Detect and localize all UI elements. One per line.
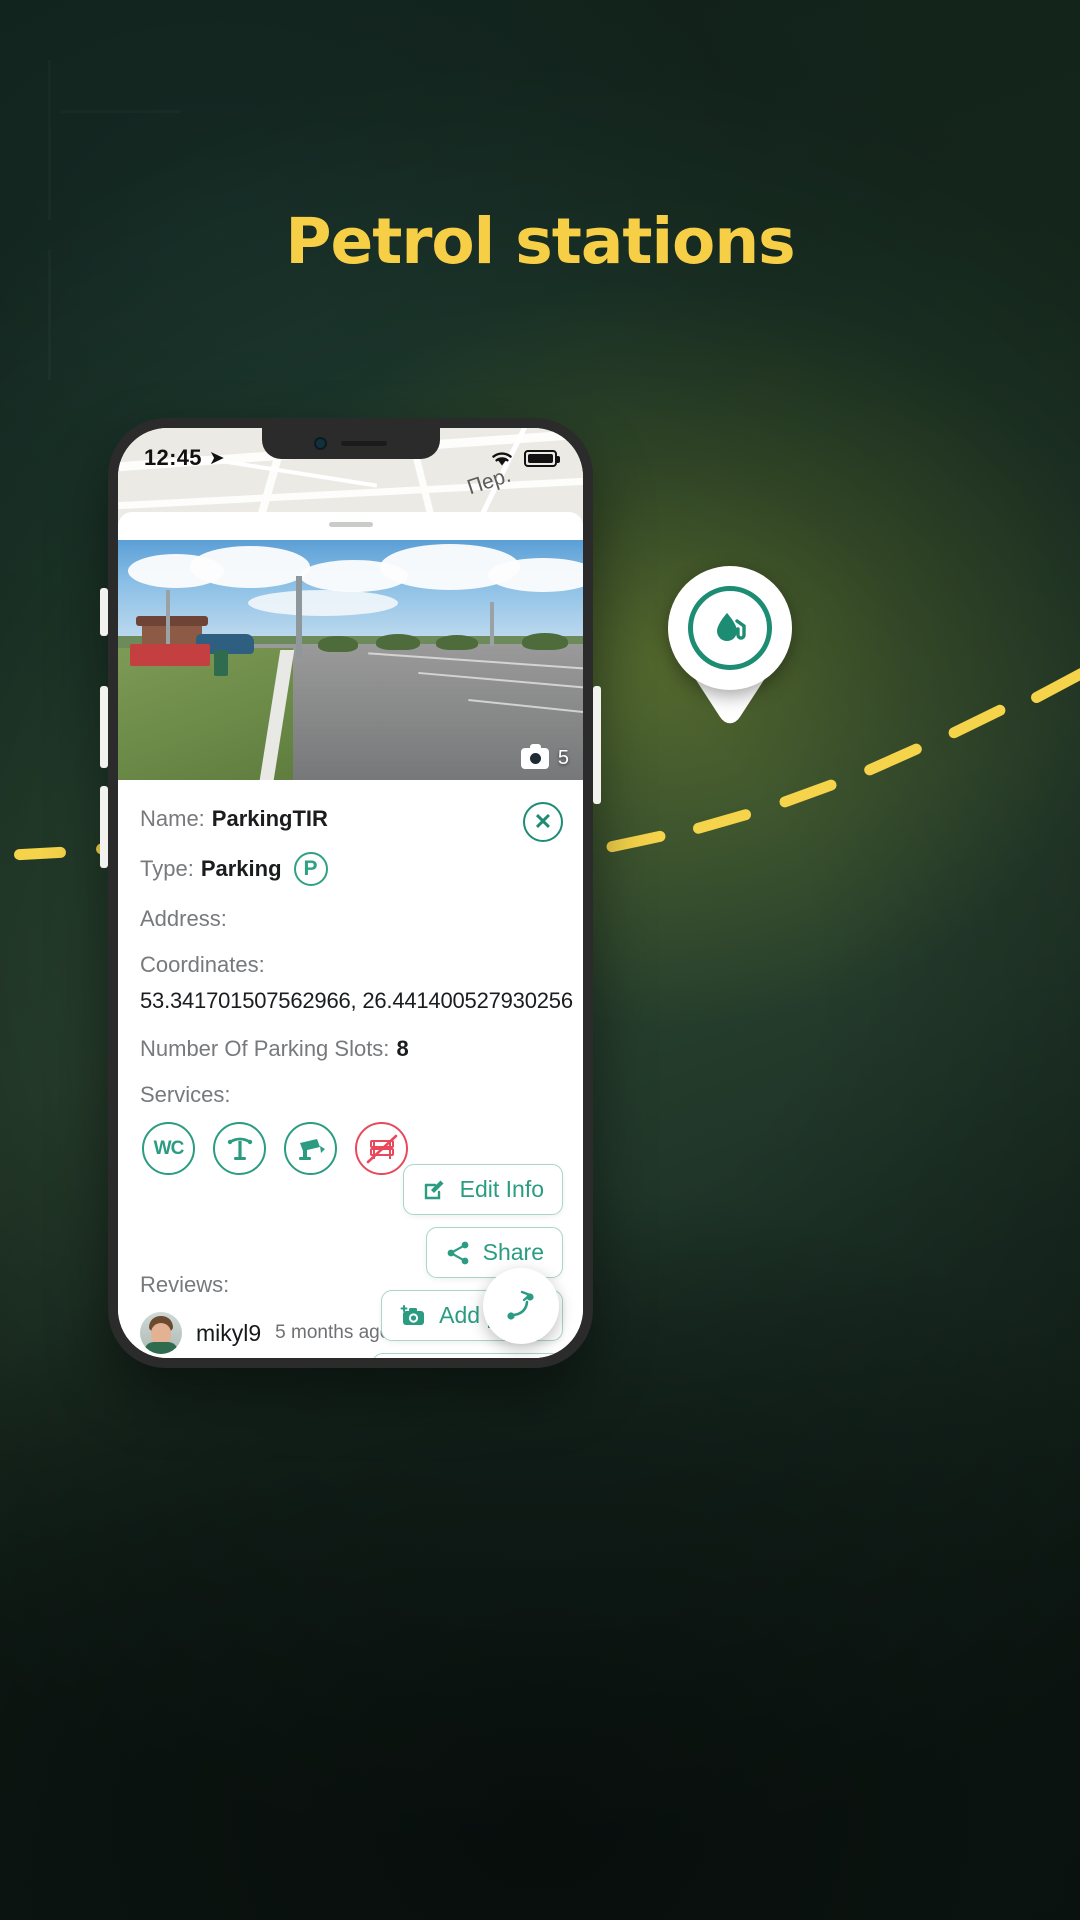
place-detail-sheet: 5 ✕ Name: ParkingTIR Type: Parking P Add… (118, 512, 583, 1358)
close-circle-icon[interactable]: ✕ (523, 802, 563, 842)
type-row: Type: Parking P (140, 852, 561, 886)
photo-lamp-pole (166, 590, 170, 652)
address-label: Address: (140, 906, 227, 931)
route-fab[interactable] (483, 1268, 559, 1344)
edit-info-label: Edit Info (459, 1176, 544, 1202)
avatar (140, 1312, 182, 1354)
name-label: Name: (140, 806, 205, 831)
wc-icon[interactable]: WC (142, 1122, 195, 1175)
earpiece-speaker (341, 441, 387, 446)
share-button[interactable]: Share (425, 1227, 563, 1278)
parking-badge-icon: P (293, 852, 328, 886)
bg-decoration-line (60, 110, 180, 113)
page-title: Petrol stations (285, 205, 795, 278)
photo-count-badge: 5 (520, 744, 569, 770)
add-photo-icon (400, 1304, 425, 1325)
place-photo[interactable]: 5 (118, 540, 583, 780)
status-clock: 12:45 (144, 445, 202, 470)
fuel-drop-icon (688, 586, 772, 670)
services-label: Services: (140, 1082, 231, 1107)
phone-notch (261, 428, 440, 459)
photo-bush (522, 633, 568, 650)
photo-building (142, 624, 202, 646)
phone-screen: Пер. 12:45 ➤ 5 ✕ Name: ParkingTIR Type: … (118, 428, 583, 1358)
share-label: Share (482, 1239, 544, 1265)
phone-mute-button[interactable] (100, 588, 108, 636)
phone-mockup: Пер. 12:45 ➤ 5 ✕ Name: ParkingTIR Type: … (100, 418, 601, 1368)
coordinates-label: Coordinates: (140, 952, 265, 977)
photo-bush (318, 636, 358, 652)
wifi-icon (492, 451, 512, 465)
review-author: mikyl9 (196, 1319, 262, 1346)
services-row: Services: (140, 1082, 561, 1108)
street-lighting-icon[interactable] (213, 1122, 266, 1175)
name-row: Name: ParkingTIR (140, 806, 561, 832)
parking-slots-value: 8 (396, 1036, 409, 1061)
photo-cloud (190, 546, 310, 588)
battery-full-icon (524, 449, 560, 467)
photo-bush (376, 634, 420, 650)
address-row: Address: (140, 906, 561, 932)
photo-lamp-pole (490, 602, 494, 646)
parking-slots-label: Number Of Parking Slots: (140, 1036, 390, 1061)
coordinates-label-row: Coordinates: (140, 952, 561, 978)
add-review-button[interactable]: Add review (372, 1353, 563, 1358)
photo-bush (436, 635, 478, 650)
phone-volume-down-button[interactable] (100, 786, 108, 868)
route-icon (507, 1290, 534, 1320)
coordinates-value-row: 53.341701507562966, 26.441400527930256 (140, 986, 573, 1016)
photo-cloud (248, 590, 398, 616)
photo-count-value: 5 (557, 747, 569, 769)
type-value: Parking (200, 856, 282, 881)
coordinates-value: 53.341701507562966, 26.441400527930256 (140, 988, 573, 1013)
status-indicators (489, 449, 560, 468)
camera-icon (520, 744, 549, 769)
photo-building-roof (136, 616, 208, 626)
photo-bench (130, 644, 210, 666)
photo-bin (214, 650, 228, 676)
fuel-pin[interactable] (668, 566, 792, 752)
phone-power-button[interactable] (593, 686, 601, 804)
sheet-drag-handle[interactable] (328, 522, 373, 527)
photo-lamp-pole (296, 576, 302, 658)
phone-volume-up-button[interactable] (100, 686, 108, 768)
edit-pencil-icon (424, 1180, 444, 1199)
edit-info-button[interactable]: Edit Info (402, 1164, 563, 1215)
front-camera-icon (314, 437, 327, 450)
bg-decoration-line (48, 60, 51, 220)
name-value: ParkingTIR (211, 806, 328, 831)
cctv-camera-icon[interactable] (284, 1122, 337, 1175)
navigation-arrow-icon: ➤ (208, 447, 225, 469)
wc-label: WC (153, 1137, 185, 1159)
type-label: Type: (140, 856, 194, 881)
parking-slots-row: Number Of Parking Slots: 8 (140, 1036, 561, 1062)
share-icon (447, 1241, 469, 1264)
